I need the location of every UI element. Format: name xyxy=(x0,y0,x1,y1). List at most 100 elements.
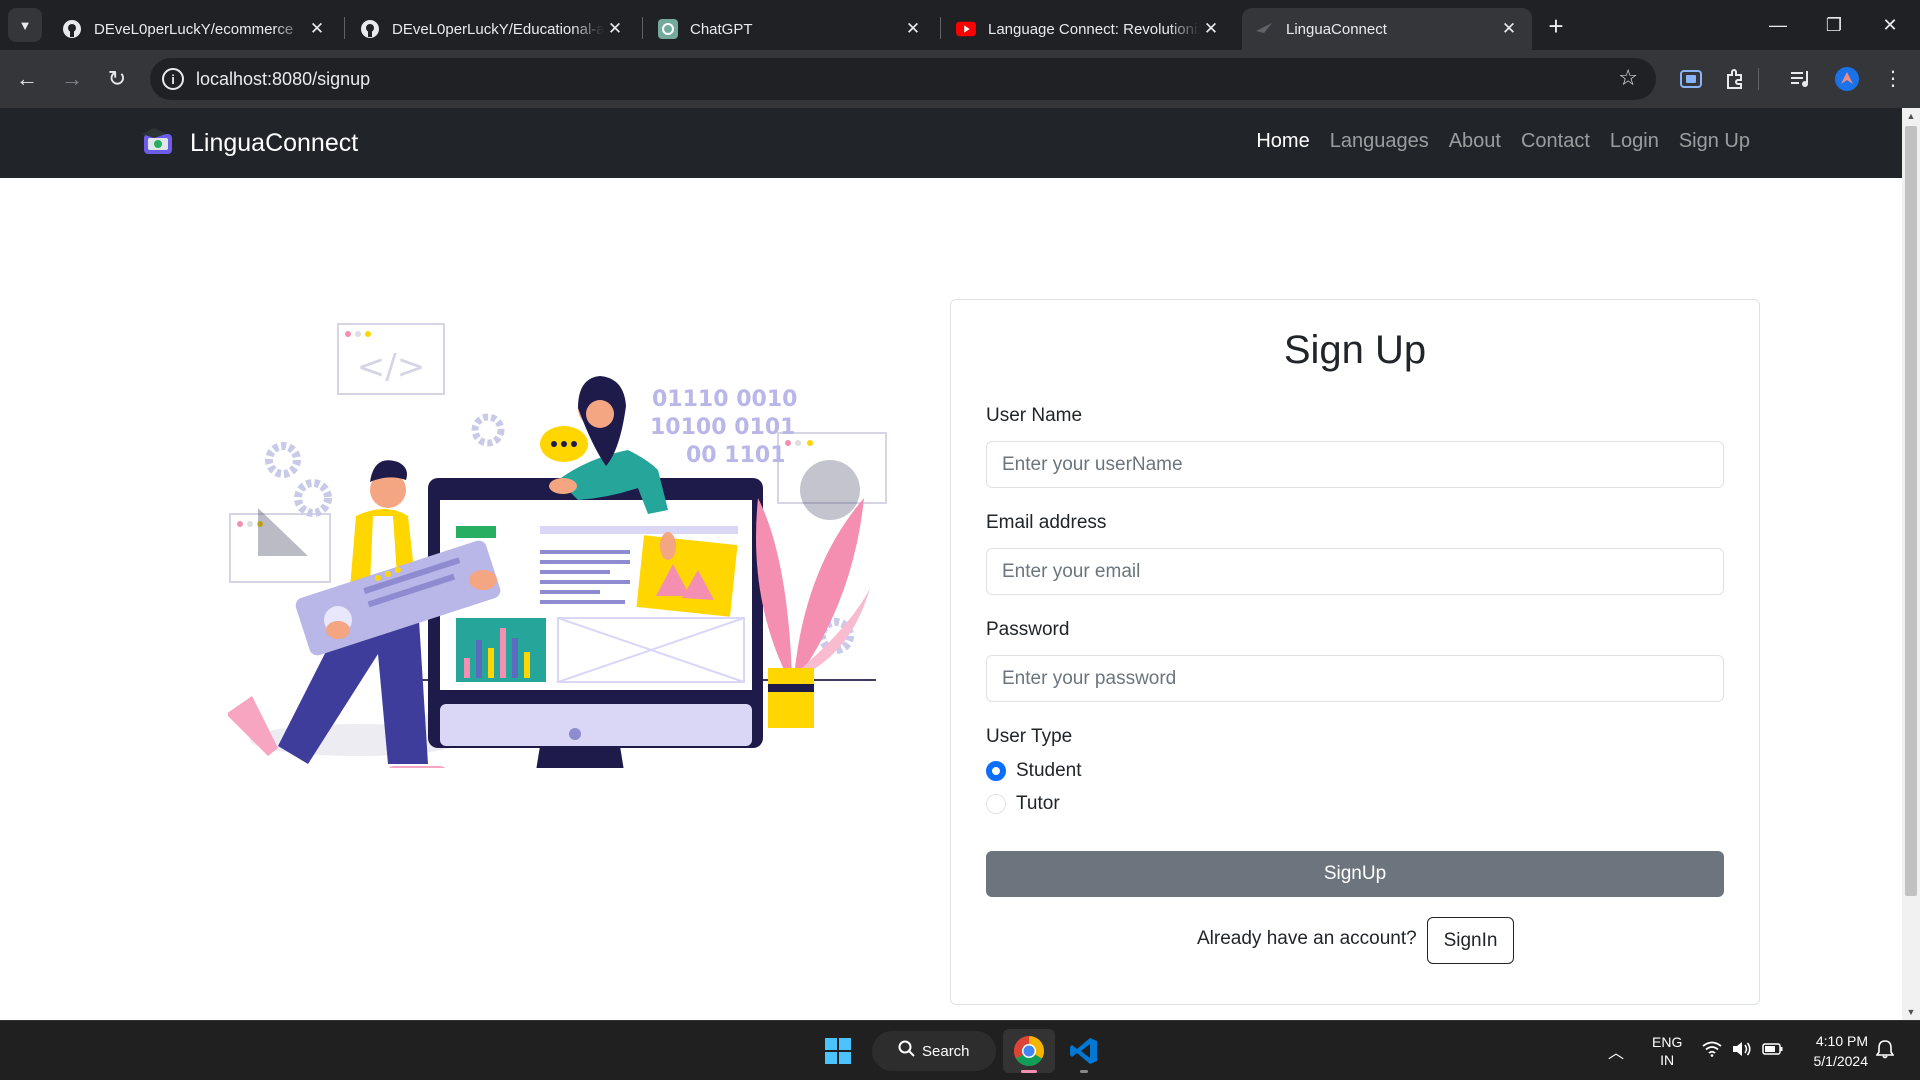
already-account-text: Already have an account? xyxy=(1197,928,1417,949)
close-icon[interactable]: ✕ xyxy=(604,19,626,39)
language-indicator[interactable]: ENG IN xyxy=(1652,1033,1682,1069)
signup-button[interactable]: SignUp xyxy=(986,851,1724,897)
scroll-down-icon[interactable]: ▼ xyxy=(1902,1004,1920,1020)
restore-button[interactable]: ❐ xyxy=(1806,0,1862,50)
username-input[interactable] xyxy=(986,441,1724,488)
binary-line: 01110 0010 xyxy=(652,387,797,412)
restore-icon: ❐ xyxy=(1825,14,1843,35)
reload-button[interactable]: ↻ xyxy=(100,62,134,96)
url-text[interactable]: localhost:8080/signup xyxy=(196,69,370,90)
plus-icon: + xyxy=(1548,10,1564,41)
email-label: Email address xyxy=(986,512,1107,533)
tab-title: ChatGPT xyxy=(690,20,753,38)
language-code: ENG xyxy=(1652,1034,1683,1050)
tab-title: Language Connect: Revolutionizi xyxy=(988,20,1200,38)
windows-taskbar: Search ︿ ENG IN 4:10 PM 5/1/2024 xyxy=(0,1020,1920,1080)
password-input[interactable] xyxy=(986,655,1724,702)
tab-title: DEveL0perLuckY/Educational-ap xyxy=(392,20,604,38)
close-icon[interactable]: ✕ xyxy=(306,19,328,39)
brand[interactable]: LinguaConnect xyxy=(140,126,358,160)
clock-date: 5/1/2024 xyxy=(1813,1053,1869,1069)
signin-button[interactable]: SignIn xyxy=(1427,917,1514,964)
menu-kebab-icon[interactable]: ⋮ xyxy=(1878,64,1908,94)
form-title: Sign Up xyxy=(1283,328,1427,372)
chevron-down-icon: ▼ xyxy=(18,17,32,33)
radio-button-checked[interactable] xyxy=(986,761,1006,781)
back-button[interactable]: ← xyxy=(10,62,44,96)
minimize-button[interactable]: — xyxy=(1750,0,1806,50)
nav-link-signup[interactable]: Sign Up xyxy=(1679,130,1750,153)
close-icon: ✕ xyxy=(1882,14,1898,35)
tray-chevron-up-icon[interactable]: ︿ xyxy=(1608,1039,1624,1063)
binary-line: 00 1101 xyxy=(686,443,786,468)
vscode-icon xyxy=(1070,1038,1097,1064)
forward-button[interactable]: → xyxy=(55,62,89,96)
tab-divider xyxy=(940,17,941,39)
svg-text:</>: </> xyxy=(357,347,425,387)
browser-tab[interactable]: Language Connect: Revolutionizi ✕ xyxy=(944,8,1234,50)
close-icon[interactable]: ✕ xyxy=(1498,19,1520,39)
radio-student[interactable]: Student xyxy=(986,760,1082,782)
nav-link-languages[interactable]: Languages xyxy=(1330,130,1429,153)
page-viewport: LinguaConnect Home Languages About Conta… xyxy=(0,108,1920,1020)
reload-icon: ↻ xyxy=(107,66,127,91)
media-control-icon[interactable] xyxy=(1786,64,1816,94)
profile-avatar[interactable] xyxy=(1832,64,1862,94)
tab-divider xyxy=(344,17,345,39)
wifi-icon[interactable] xyxy=(1702,1041,1722,1060)
signup-card: Sign Up User Name Email address Password… xyxy=(950,299,1760,1005)
scroll-up-icon[interactable]: ▲ xyxy=(1902,108,1920,124)
start-button[interactable] xyxy=(812,1029,864,1073)
browser-tab[interactable]: ChatGPT ✕ xyxy=(646,8,936,50)
browser-tab-bar: ▼ DEveL0perLuckY/ecommerce ✕ DEveL0perLu… xyxy=(0,0,1920,50)
taskbar-chrome[interactable] xyxy=(1003,1029,1055,1073)
tab-divider xyxy=(642,17,643,39)
clock[interactable]: 4:10 PM 5/1/2024 xyxy=(1796,1031,1869,1071)
brand-logo-icon xyxy=(142,128,172,154)
site-navbar: LinguaConnect Home Languages About Conta… xyxy=(0,108,1902,178)
info-icon[interactable]: i xyxy=(162,68,184,90)
nav-link-contact[interactable]: Contact xyxy=(1521,130,1590,153)
github-icon xyxy=(62,19,82,39)
region-code: IN xyxy=(1660,1052,1675,1068)
nav-link-home[interactable]: Home xyxy=(1256,130,1309,153)
tab-title: LinguaConnect xyxy=(1286,20,1387,38)
nav-link-login[interactable]: Login xyxy=(1610,130,1659,153)
github-icon xyxy=(360,19,380,39)
brand-name: LinguaConnect xyxy=(190,128,359,157)
bookmark-star-icon[interactable]: ☆ xyxy=(1618,65,1638,91)
page-icon xyxy=(1254,19,1274,39)
tab-title: DEveL0perLuckY/ecommerce xyxy=(94,20,294,38)
browser-tab[interactable]: DEveL0perLuckY/ecommerce ✕ xyxy=(50,8,340,50)
taskbar-search[interactable]: Search xyxy=(872,1031,996,1071)
scrollbar-thumb[interactable] xyxy=(1905,126,1917,896)
binary-line: 10100 0101 xyxy=(650,415,795,440)
search-icon xyxy=(898,1040,916,1062)
username-label: User Name xyxy=(986,405,1083,426)
browser-toolbar: ← → ↻ i localhost:8080/signup ☆ ⋮ xyxy=(0,50,1920,108)
taskbar-vscode[interactable] xyxy=(1058,1029,1110,1073)
signup-illustration: </> 01110 0010 10100 0101 00 1101 xyxy=(228,323,887,768)
page-scrollbar[interactable]: ▲ ▼ xyxy=(1902,108,1920,1020)
volume-icon[interactable] xyxy=(1732,1041,1752,1060)
window-close-button[interactable]: ✕ xyxy=(1862,0,1918,50)
extensions-icon[interactable] xyxy=(1720,64,1750,94)
nav-link-about[interactable]: About xyxy=(1449,130,1501,153)
browser-tab-active[interactable]: LinguaConnect ✕ xyxy=(1242,8,1532,50)
email-input[interactable] xyxy=(986,548,1724,595)
notification-bell-icon[interactable] xyxy=(1875,1039,1895,1062)
new-tab-button[interactable]: + xyxy=(1540,10,1572,42)
address-bar[interactable]: i localhost:8080/signup ☆ xyxy=(150,58,1656,100)
radio-button[interactable] xyxy=(986,794,1006,814)
chrome-icon xyxy=(1013,1036,1045,1067)
tab-search-button[interactable]: ▼ xyxy=(8,8,42,42)
radio-tutor[interactable]: Tutor xyxy=(986,793,1060,815)
password-label: Password xyxy=(986,619,1070,640)
battery-icon[interactable] xyxy=(1762,1041,1784,1060)
screencast-icon[interactable] xyxy=(1676,64,1706,94)
chatgpt-icon xyxy=(658,19,678,39)
close-icon[interactable]: ✕ xyxy=(1200,19,1222,39)
toolbar-divider xyxy=(1754,64,1762,94)
browser-tab[interactable]: DEveL0perLuckY/Educational-ap ✕ xyxy=(348,8,638,50)
close-icon[interactable]: ✕ xyxy=(902,19,924,39)
